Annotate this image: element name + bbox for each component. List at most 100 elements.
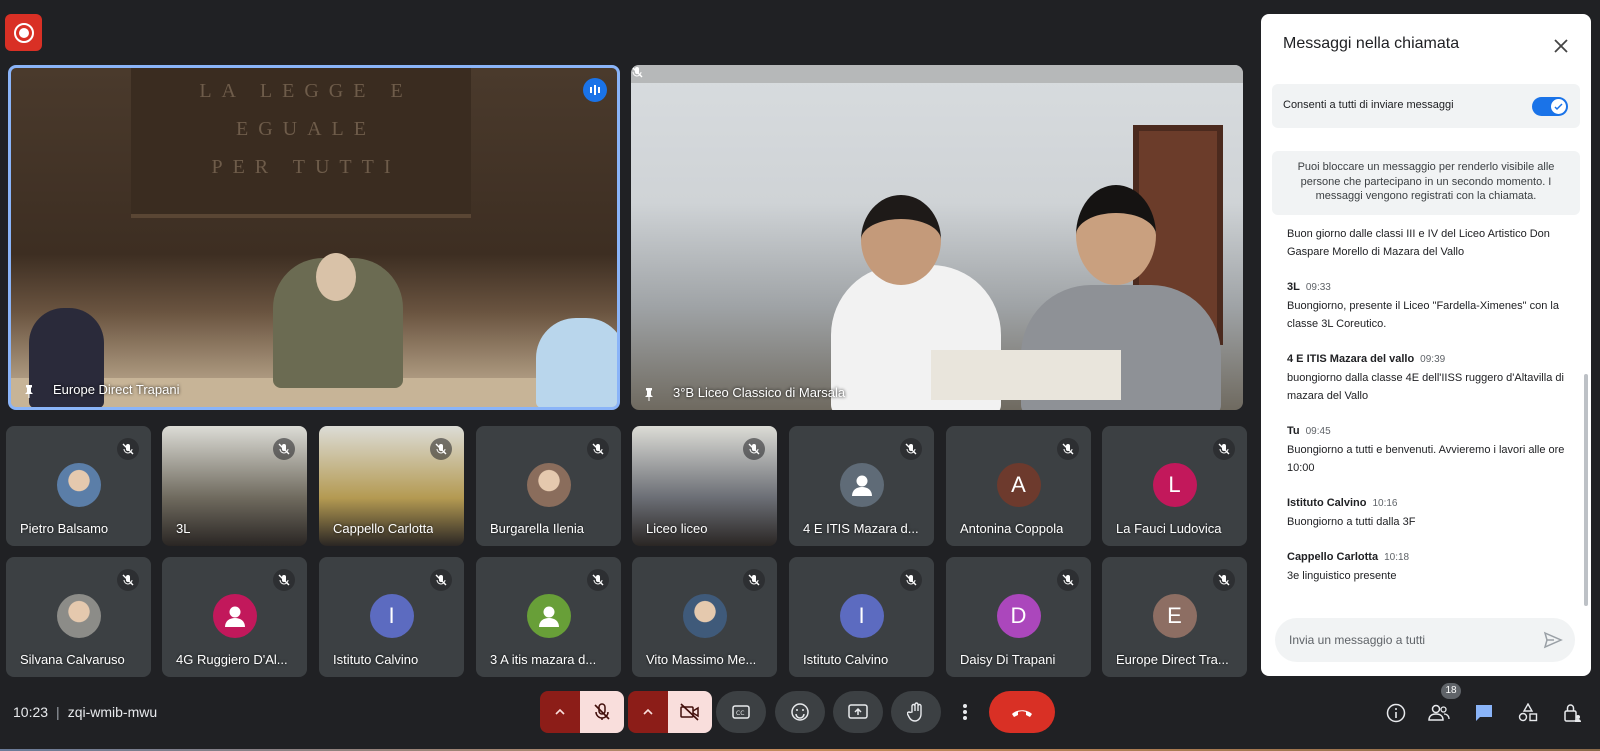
mic-off-icon: [592, 574, 604, 586]
chat-panel-title: Messaggi nella chiamata: [1283, 35, 1460, 52]
allow-messages-toggle[interactable]: [1532, 97, 1568, 116]
send-button[interactable]: [1543, 630, 1563, 650]
participant-tile[interactable]: Vito Massimo Me...: [632, 557, 777, 677]
mic-off-indicator: [631, 65, 1243, 83]
separator: |: [56, 704, 60, 720]
main-tile-classroom[interactable]: 3°B Liceo Classico di Marsala: [631, 65, 1243, 410]
participant-name: Burgarella Ilenia: [490, 521, 584, 536]
message-input[interactable]: [1289, 630, 1529, 650]
allow-messages-label: Consenti a tutti di inviare messaggi: [1283, 99, 1454, 111]
participant-avatar: A: [996, 463, 1041, 507]
participant-tile[interactable]: D Daisy Di Trapani: [946, 557, 1091, 677]
recording-indicator[interactable]: [5, 14, 42, 51]
participant-photo: [526, 463, 571, 507]
message-header: 3L 09:33: [1287, 278, 1567, 297]
participant-name: Europe Direct Tra...: [1116, 652, 1229, 667]
participant-name: La Fauci Ludovica: [1116, 521, 1222, 536]
participant-name: 4 E ITIS Mazara d...: [803, 521, 919, 536]
video-options-button[interactable]: [628, 691, 668, 733]
mic-off-indicator: [273, 438, 295, 460]
participant-photo: [56, 463, 101, 507]
meet-app: LA LEGGE E EGUALE PER TUTTI Europe Direct …: [0, 0, 1600, 751]
participant-name: Silvana Calvaruso: [20, 652, 125, 667]
message-sender: 4 E ITIS Mazara del vallo: [1287, 353, 1415, 365]
participant-count-badge: 18: [1441, 683, 1461, 699]
student-1-head: [861, 195, 941, 285]
message-sender: Tu: [1287, 425, 1300, 437]
mic-off-icon: [435, 443, 447, 455]
main-tile-speaker[interactable]: LA LEGGE E EGUALE PER TUTTI Europe Direct …: [8, 65, 620, 410]
participant-tile[interactable]: I Istituto Calvino: [789, 557, 934, 677]
participant-name: Istituto Calvino: [803, 652, 889, 667]
chat-scrollbar[interactable]: [1584, 374, 1588, 606]
participant-tile[interactable]: 4 E ITIS Mazara d...: [789, 426, 934, 546]
message-sender: Cappello Carlotta: [1287, 551, 1379, 563]
more-options-button[interactable]: [950, 691, 980, 733]
chevron-up-icon: [555, 708, 565, 715]
captions-button[interactable]: CC: [716, 691, 766, 733]
pin-icon[interactable]: [642, 387, 656, 401]
participant-avatar: [526, 594, 571, 638]
chat-panel: Messaggi nella chiamata Consenti a tutti…: [1261, 14, 1591, 676]
mic-off-indicator: [587, 438, 609, 460]
present-screen-button[interactable]: [833, 691, 883, 733]
mic-off-indicator: [1213, 569, 1235, 591]
desk-papers: [931, 350, 1121, 400]
clock: 10:23: [13, 704, 49, 720]
mic-off-indicator: [1057, 569, 1079, 591]
pin-info-text: Puoi bloccare un messaggio per renderlo …: [1272, 151, 1580, 215]
participant-tile[interactable]: Liceo liceo: [632, 426, 777, 546]
participant-tile[interactable]: Silvana Calvaruso: [6, 557, 151, 677]
activities-button[interactable]: [1515, 700, 1541, 726]
person-center-head: [316, 253, 356, 301]
pin-icon[interactable]: [22, 384, 36, 398]
hand-icon: [907, 702, 922, 722]
message-sender: 3L: [1287, 281, 1300, 293]
participant-name: Istituto Calvino: [333, 652, 419, 667]
audio-bars-icon: [590, 85, 600, 95]
participant-tile[interactable]: 4G Ruggiero D'Al...: [162, 557, 307, 677]
mic-off-indicator: [117, 569, 139, 591]
emoji-icon: [791, 703, 809, 721]
phone-hangup-icon: [1012, 710, 1032, 717]
mic-off-indicator: [743, 569, 765, 591]
participant-tile[interactable]: 3 A itis mazara d...: [476, 557, 621, 677]
close-button[interactable]: [1549, 34, 1573, 58]
participant-avatar: [212, 594, 257, 638]
participant-tile[interactable]: Burgarella Ilenia: [476, 426, 621, 546]
message-time: 10:18: [1384, 552, 1410, 563]
microphone-button[interactable]: [580, 691, 624, 733]
mic-off-indicator: [430, 569, 452, 591]
participant-tile[interactable]: I Istituto Calvino: [319, 557, 464, 677]
participant-tile[interactable]: Pietro Balsamo: [6, 426, 151, 546]
message-text: Buongiorno a tutti dalla 3F: [1287, 516, 1416, 528]
audio-options-button[interactable]: [540, 691, 580, 733]
meeting-details-button[interactable]: [1383, 700, 1409, 726]
record-icon: [13, 22, 34, 43]
participant-tile[interactable]: L La Fauci Ludovica: [1102, 426, 1247, 546]
message-text: 3e linguistico presente: [1287, 570, 1397, 582]
message-time: 09:39: [1420, 354, 1446, 365]
reactions-button[interactable]: [775, 691, 825, 733]
participant-avatar: I: [369, 594, 414, 638]
people-button[interactable]: [1426, 700, 1452, 726]
participant-tile[interactable]: E Europe Direct Tra...: [1102, 557, 1247, 677]
host-controls-button[interactable]: [1559, 700, 1585, 726]
end-call-button[interactable]: [989, 691, 1055, 733]
participant-photo: [682, 594, 727, 638]
participant-name: 4G Ruggiero D'Al...: [176, 652, 288, 667]
mic-off-indicator: [1213, 438, 1235, 460]
speaking-indicator: [583, 78, 607, 102]
participant-tile[interactable]: A Antonina Coppola: [946, 426, 1091, 546]
chat-button[interactable]: [1471, 700, 1497, 726]
participant-tile[interactable]: Cappello Carlotta: [319, 426, 464, 546]
chevron-up-icon: [643, 708, 653, 715]
raise-hand-button[interactable]: [891, 691, 941, 733]
camera-button[interactable]: [668, 691, 712, 733]
message-text: Buongiorno a tutti e benvenuti. Avvierem…: [1287, 444, 1565, 474]
activities-icon: [1518, 703, 1538, 722]
mic-off-icon: [122, 443, 134, 455]
message-header: Istituto Calvino 10:16: [1287, 494, 1567, 513]
mic-off-icon: [592, 443, 604, 455]
participant-tile[interactable]: 3L: [162, 426, 307, 546]
